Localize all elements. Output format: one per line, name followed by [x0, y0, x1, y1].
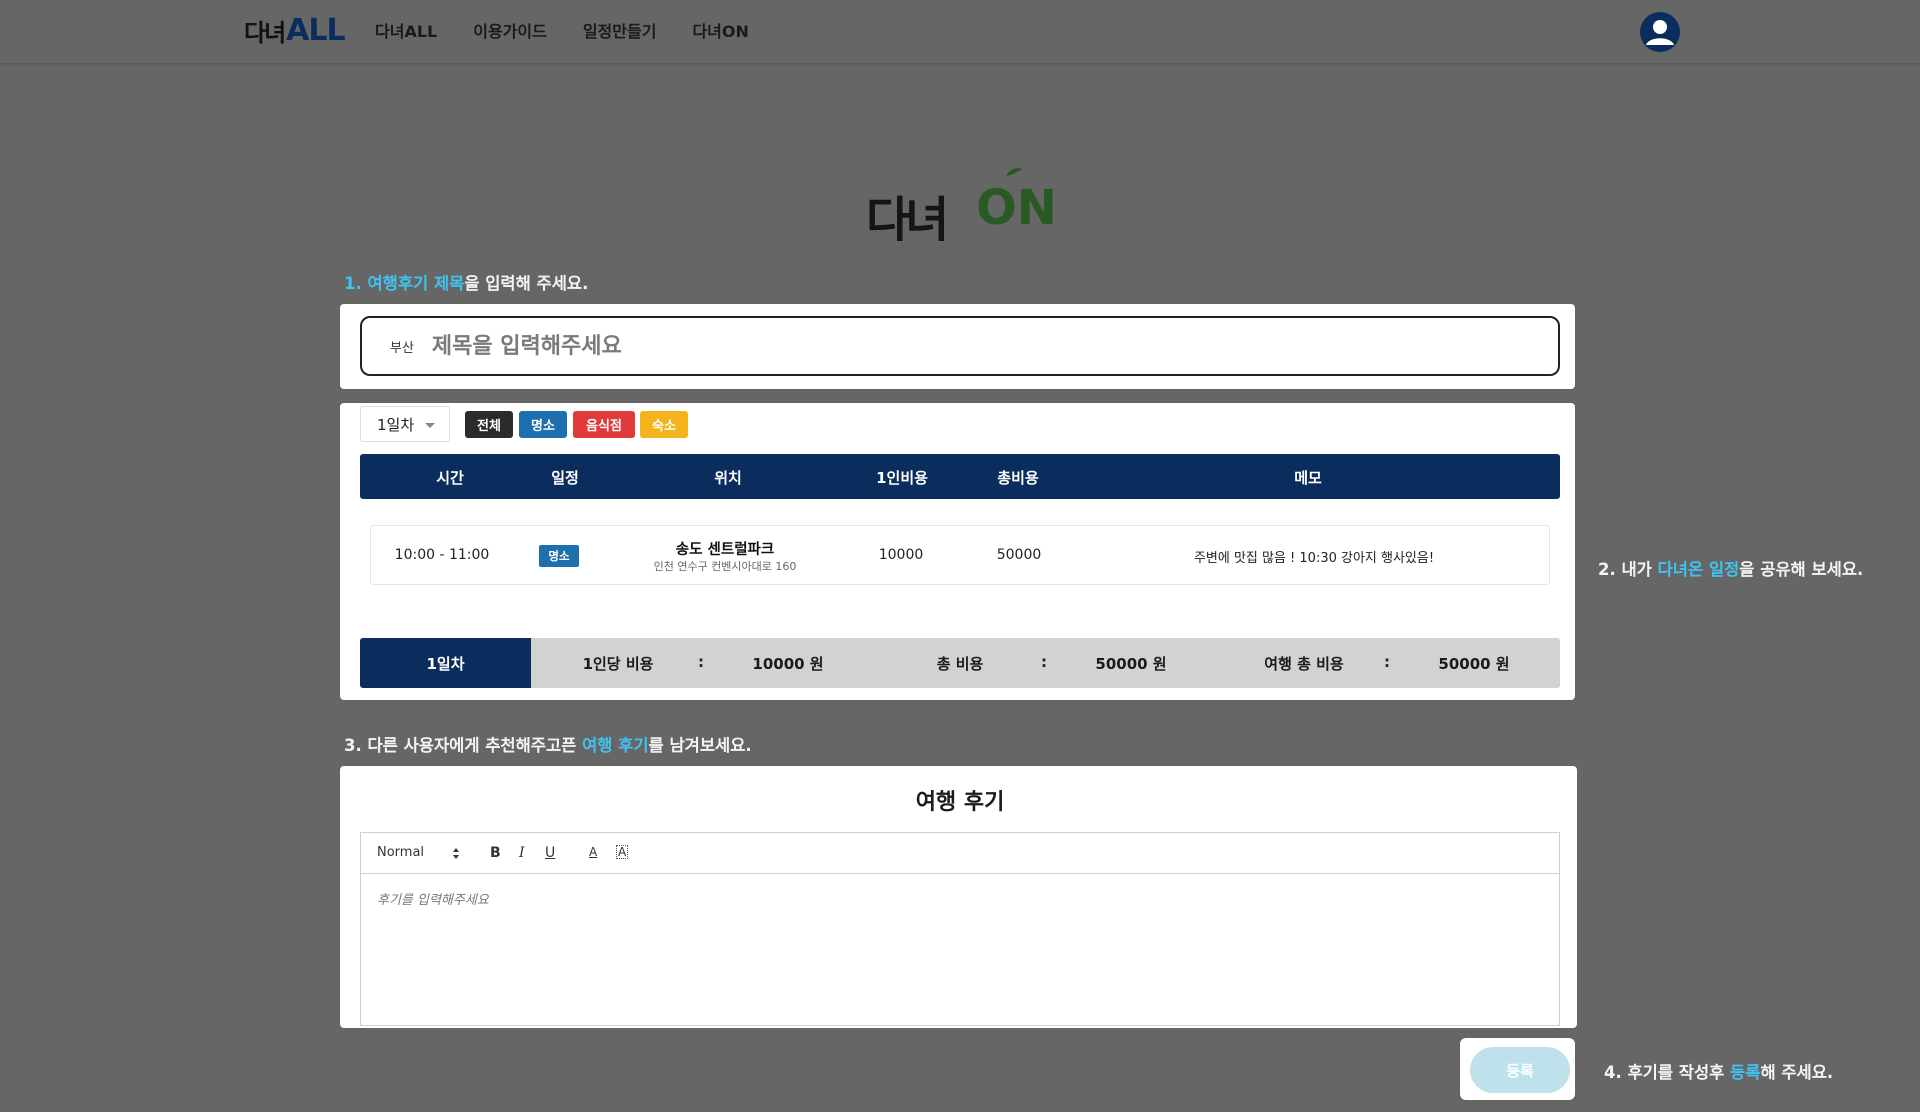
row-place-name: 송도 센트럴파크: [675, 542, 775, 558]
page-title-logo: 다녀 ON: [860, 166, 1060, 248]
step-4-text-post: 해 주세요.: [1760, 1063, 1834, 1082]
summary-trip-total-label: 여행 총 비용: [1264, 655, 1344, 673]
filter-chip-stay[interactable]: 숙소: [640, 411, 688, 438]
step-4-highlight: 등록: [1730, 1063, 1761, 1082]
bold-button[interactable]: B: [490, 845, 501, 861]
editor-toolbar: Normal B I U A A: [361, 833, 1559, 874]
filter-chip-place[interactable]: 명소: [519, 411, 567, 438]
step-3-text-pre: 3. 다른 사용자에게 추천해주고픈: [344, 736, 583, 755]
chevron-down-icon: [425, 423, 435, 428]
nav-item-danyeo-all[interactable]: 다녀ALL: [375, 18, 437, 42]
row-total: 50000: [996, 547, 1042, 563]
header-time: 시간: [436, 469, 464, 487]
header-total: 총비용: [997, 469, 1039, 487]
step-3-highlight: 여행 후기: [582, 736, 649, 755]
nav-item-make-schedule[interactable]: 일정만들기: [583, 18, 657, 42]
format-select[interactable]: Normal: [377, 845, 424, 860]
site-logo[interactable]: 다녀 ALL: [244, 12, 346, 48]
day-select[interactable]: 1일차: [360, 406, 450, 442]
leaf-icon: [1006, 168, 1022, 176]
row-type-badge: 명소: [539, 545, 579, 567]
header-per-person: 1인비용: [876, 469, 928, 487]
step-1-number: 1.: [344, 274, 368, 293]
row-memo: 주변에 맛집 많음 ! 10:30 강아지 행사있음!: [1193, 551, 1435, 566]
step-1-label: 1. 여행후기 제목을 입력해 주세요.: [344, 270, 588, 294]
nav-item-guide[interactable]: 이용가이드: [473, 18, 547, 42]
filter-chip-all[interactable]: 전체: [465, 411, 513, 438]
summary-colon-1: :: [698, 653, 704, 671]
underline-button[interactable]: U: [545, 845, 555, 861]
header-location: 위치: [714, 469, 742, 487]
background-color-button[interactable]: A: [616, 845, 629, 859]
filter-chip-food[interactable]: 음식점: [573, 411, 635, 438]
submit-button[interactable]: 등록: [1470, 1047, 1570, 1093]
user-avatar-icon[interactable]: [1640, 12, 1680, 52]
step-3-label: 3. 다른 사용자에게 추천해주고픈 여행 후기를 남겨보세요.: [344, 732, 752, 756]
step-2-text-pre: 2. 내가: [1598, 560, 1658, 579]
nav-item-danyeo-on[interactable]: 다녀ON: [692, 18, 748, 42]
summary-day: 1일차: [360, 638, 531, 688]
submit-wrapper: 등록: [1460, 1038, 1575, 1100]
region-tag: 부산: [390, 340, 414, 356]
logo-all-text: ALL: [286, 13, 345, 48]
logo-korean-text: 다녀: [244, 19, 286, 47]
schedule-table-header: 시간 일정 위치 1인비용 총비용 메모: [360, 454, 1560, 499]
summary-total-label: 총 비용: [936, 655, 984, 673]
step-4-text-pre: 4. 후기를 작성후: [1604, 1063, 1731, 1082]
step-2-highlight: 다녀온 일정: [1657, 560, 1740, 579]
row-per-person: 10000: [878, 547, 924, 563]
summary-per-person-value: 10000 원: [752, 655, 824, 673]
hero-korean-text: 다녀: [866, 192, 949, 248]
summary-per-person-label: 1인당 비용: [582, 655, 654, 673]
header-memo: 메모: [1294, 469, 1322, 487]
step-2-text-post: 을 공유해 보세요.: [1739, 560, 1864, 579]
header-type: 일정: [551, 469, 579, 487]
title-field-wrapper: 부산: [360, 316, 1560, 376]
format-select-arrows-icon[interactable]: [452, 847, 460, 860]
text-color-button[interactable]: A: [589, 845, 597, 859]
title-input[interactable]: [431, 333, 1482, 359]
step-2-label: 2. 내가 다녀온 일정을 공유해 보세요.: [1598, 556, 1863, 580]
italic-button[interactable]: I: [519, 845, 525, 861]
review-editor: Normal B I U A A 후기를 입력해주세요: [360, 832, 1560, 1026]
cost-summary-bar: 1일차 1인당 비용 : 10000 원 총 비용 : 50000 원 여행 총…: [360, 638, 1560, 688]
hero-on-text: ON: [976, 180, 1057, 236]
review-textarea[interactable]: 후기를 입력해주세요: [377, 889, 489, 908]
review-title: 여행 후기: [915, 790, 1005, 815]
summary-trip-total-value: 50000 원: [1438, 655, 1510, 673]
step-1-text: 을 입력해 주세요.: [464, 274, 589, 293]
step-1-highlight: 여행후기 제목: [367, 274, 465, 293]
row-place-address: 인천 연수구 컨벤시아대로 160: [653, 560, 797, 573]
row-time: 10:00 - 11:00: [394, 547, 490, 563]
summary-colon-3: :: [1384, 653, 1390, 671]
day-select-value: 1일차: [377, 415, 415, 434]
step-4-label: 4. 후기를 작성후 등록해 주세요.: [1604, 1059, 1833, 1083]
step-3-text-post: 를 남겨보세요.: [648, 736, 752, 755]
summary-colon-2: :: [1041, 653, 1047, 671]
main-nav: 다녀ALL 이용가이드 일정만들기 다녀ON: [375, 18, 785, 42]
top-navigation-bar: 다녀 ALL 다녀ALL 이용가이드 일정만들기 다녀ON: [0, 0, 1920, 64]
summary-total-value: 50000 원: [1095, 655, 1167, 673]
